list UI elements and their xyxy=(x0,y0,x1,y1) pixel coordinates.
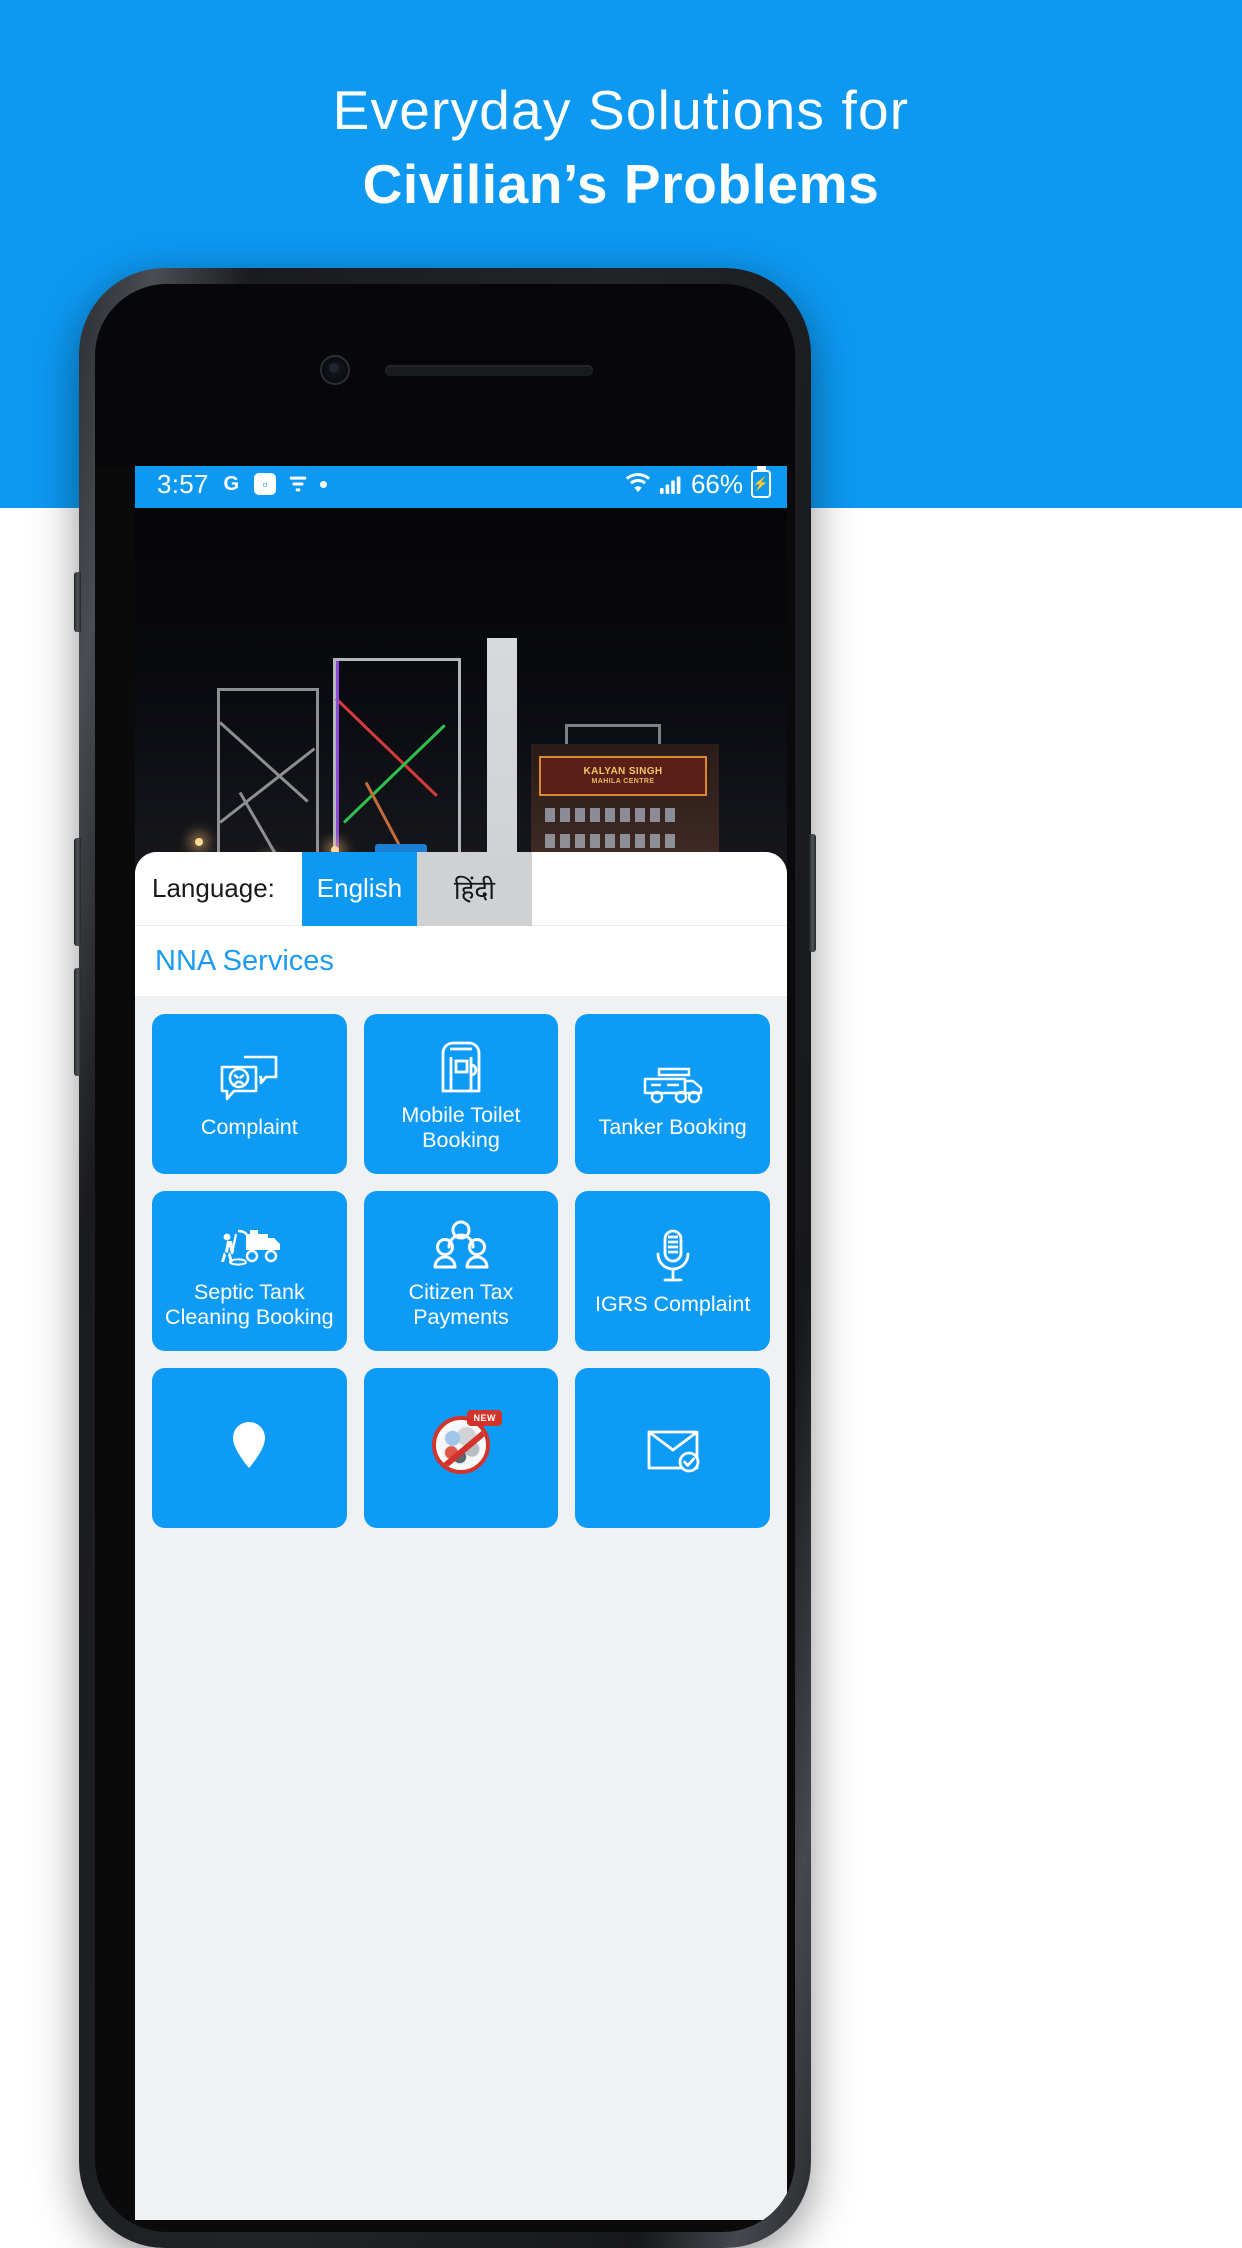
service-tile-mobile-toilet-booking[interactable]: Mobile Toilet Booking xyxy=(363,1014,559,1174)
phone-mockup: 3:57 G ▫ 66% ⚡ KALYAN SINGH MAHILA CENTR… xyxy=(74,268,816,2248)
new-badge: NEW xyxy=(467,1410,502,1426)
location-pin-people-icon xyxy=(221,1412,277,1474)
status-bar: 3:57 G ▫ 66% ⚡ xyxy=(135,460,787,508)
mall-signboard: KALYAN SINGH MAHILA CENTRE xyxy=(539,756,707,796)
promo-headline: Everyday Solutions for Civilian’s Proble… xyxy=(0,79,1242,215)
phone-power-button[interactable] xyxy=(809,834,816,952)
content-sheet: Language: English हिंदी NNA Services Com… xyxy=(135,852,787,2220)
status-time: 3:57 xyxy=(157,468,209,499)
language-option-english[interactable]: English xyxy=(301,852,417,926)
app-screen: 3:57 G ▫ 66% ⚡ KALYAN SINGH MAHILA CENTR… xyxy=(135,460,787,2220)
phone-mute-switch[interactable] xyxy=(74,572,81,632)
service-tile-label: Mobile Toilet Booking xyxy=(401,1102,521,1152)
google-g-icon: G xyxy=(223,472,240,495)
services-grid: Complaint Mobile Toilet Booking Tanker B… xyxy=(152,1014,770,1528)
language-selector-row: Language: English हिंदी xyxy=(135,852,787,926)
complaint-chat-sad-face-icon xyxy=(218,1045,280,1107)
service-tile-septic-tank-cleaning-booking[interactable]: Septic Tank Cleaning Booking xyxy=(152,1191,347,1351)
building-windows xyxy=(545,808,675,822)
streetlight xyxy=(195,838,203,846)
front-camera-icon xyxy=(322,357,348,383)
septic-tank-truck-worker-icon xyxy=(216,1210,282,1272)
cellular-signal-icon xyxy=(659,473,683,495)
service-tile-label: Citizen Tax Payments xyxy=(408,1279,514,1329)
phone-volume-down[interactable] xyxy=(74,968,81,1076)
language-option-hindi[interactable]: हिंदी xyxy=(416,852,532,926)
phone-volume-up[interactable] xyxy=(74,838,81,946)
mobile-toilet-icon xyxy=(437,1033,485,1095)
headline-line-2: Civilian’s Problems xyxy=(362,152,880,215)
language-label: Language: xyxy=(152,873,275,903)
status-bar-right: 66% ⚡ xyxy=(625,466,771,500)
headline-line-1: Everyday Solutions for xyxy=(332,79,910,141)
service-tile-label: Complaint xyxy=(200,1115,298,1140)
chat-bubble-icon: ▫ xyxy=(253,473,276,495)
water-tanker-truck-icon xyxy=(641,1045,705,1107)
plastic-ban-icon: NEW xyxy=(431,1410,502,1474)
service-tile-igrs-complaint[interactable]: IGRS Complaint xyxy=(575,1191,770,1351)
language-toggle-group[interactable]: English हिंदी xyxy=(301,852,532,926)
building-windows xyxy=(545,834,675,848)
service-tile-complaint[interactable]: Complaint xyxy=(152,1014,347,1174)
service-tile-document[interactable] xyxy=(575,1368,770,1528)
service-tile-label: IGRS Complaint xyxy=(594,1292,751,1317)
microphone-icon xyxy=(653,1222,693,1284)
status-bar-left: 3:57 G ▫ xyxy=(157,469,625,500)
service-tile-citizen-tax-payments[interactable]: Citizen Tax Payments xyxy=(363,1191,559,1351)
battery-charging-icon: ⚡ xyxy=(751,466,771,498)
signboard-subtitle: MAHILA CENTRE xyxy=(591,777,655,785)
phone-screen-frame: 3:57 G ▫ 66% ⚡ KALYAN SINGH MAHILA CENTR… xyxy=(95,284,795,2232)
wifi-icon xyxy=(625,473,651,495)
filter-icon xyxy=(287,473,309,495)
service-tile-tanker-booking[interactable]: Tanker Booking xyxy=(575,1014,770,1174)
group-of-people-icon xyxy=(432,1210,490,1272)
signboard-title: KALYAN SINGH xyxy=(583,766,663,778)
service-tile-label: Septic Tank Cleaning Booking xyxy=(165,1279,334,1329)
battery-percent: 66% xyxy=(690,468,743,499)
service-tile-label: Tanker Booking xyxy=(598,1115,747,1140)
white-tower xyxy=(487,638,517,888)
earpiece-speaker xyxy=(385,365,593,376)
service-tile-location[interactable] xyxy=(152,1368,347,1528)
service-tile-plastic-ban[interactable]: NEW xyxy=(363,1368,559,1528)
services-section-header: NNA Services xyxy=(135,926,787,996)
document-check-icon xyxy=(645,1412,701,1474)
dot-icon xyxy=(319,480,327,488)
services-grid-wrapper: Complaint Mobile Toilet Booking Tanker B… xyxy=(135,996,787,2220)
services-section-title: NNA Services xyxy=(155,944,334,977)
